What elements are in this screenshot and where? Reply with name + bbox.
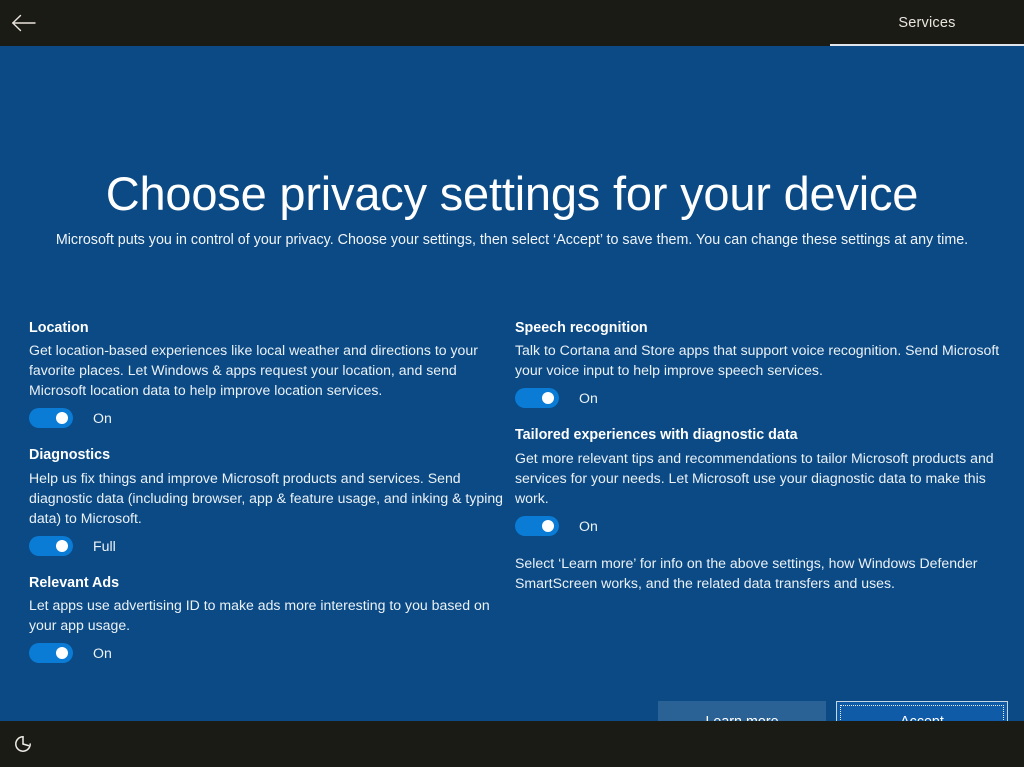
- setting-diagnostics-toggle[interactable]: Full: [29, 536, 116, 556]
- toggle-switch-diagnostics[interactable]: [29, 536, 73, 556]
- setting-relevant-ads-description: Let apps use advertising ID to make ads …: [29, 595, 515, 635]
- privacy-settings-screen: Services Choose privacy settings for you…: [0, 0, 1024, 767]
- settings-learn-more-note: Select ‘Learn more’ for info on the abov…: [515, 553, 1001, 593]
- page-subtitle: Microsoft puts you in control of your pr…: [50, 230, 974, 252]
- settings-column-right: Speech recognition Talk to Cortana and S…: [515, 318, 1001, 680]
- setting-tailored-experiences-description: Get more relevant tips and recommendatio…: [515, 448, 1001, 508]
- setting-location-title: Location: [29, 318, 515, 339]
- setting-tailored-experiences: Tailored experiences with diagnostic dat…: [515, 425, 1001, 535]
- setting-location-toggle[interactable]: On: [29, 408, 112, 428]
- main-content: Choose privacy settings for your device …: [0, 46, 1024, 721]
- setting-tailored-experiences-toggle[interactable]: On: [515, 516, 598, 536]
- settings-columns: Location Get location-based experiences …: [0, 318, 1024, 680]
- setting-relevant-ads-toggle-label: On: [93, 646, 112, 660]
- tab-services[interactable]: Services: [830, 0, 1024, 46]
- setting-location: Location Get location-based experiences …: [29, 318, 515, 428]
- ease-of-access-button[interactable]: [0, 721, 46, 767]
- toggle-switch-speech-recognition[interactable]: [515, 388, 559, 408]
- setting-diagnostics-description: Help us fix things and improve Microsoft…: [29, 468, 515, 528]
- setting-diagnostics-title: Diagnostics: [29, 445, 515, 466]
- toggle-knob: [56, 412, 68, 424]
- back-button[interactable]: [0, 0, 48, 46]
- tab-services-label: Services: [898, 15, 955, 31]
- setting-speech-recognition: Speech recognition Talk to Cortana and S…: [515, 318, 1001, 408]
- setting-speech-recognition-description: Talk to Cortana and Store apps that supp…: [515, 340, 1001, 380]
- setting-relevant-ads: Relevant Ads Let apps use advertising ID…: [29, 573, 515, 663]
- settings-column-left: Location Get location-based experiences …: [29, 318, 515, 680]
- setting-tailored-experiences-toggle-label: On: [579, 519, 598, 533]
- setting-speech-recognition-title: Speech recognition: [515, 318, 1001, 339]
- page-title: Choose privacy settings for your device: [0, 166, 1024, 221]
- toggle-knob: [56, 540, 68, 552]
- title-bar: Services: [0, 0, 1024, 46]
- setting-tailored-experiences-title: Tailored experiences with diagnostic dat…: [515, 425, 1001, 446]
- setting-relevant-ads-title: Relevant Ads: [29, 573, 515, 594]
- setting-diagnostics: Diagnostics Help us fix things and impro…: [29, 445, 515, 555]
- toggle-switch-location[interactable]: [29, 408, 73, 428]
- ease-of-access-icon: [12, 733, 34, 755]
- toggle-switch-tailored-experiences[interactable]: [515, 516, 559, 536]
- toggle-knob: [56, 647, 68, 659]
- bottom-bar: [0, 721, 1024, 767]
- setting-relevant-ads-toggle[interactable]: On: [29, 643, 112, 663]
- setting-speech-recognition-toggle-label: On: [579, 391, 598, 405]
- toggle-knob: [542, 520, 554, 532]
- setting-location-toggle-label: On: [93, 411, 112, 425]
- setting-diagnostics-toggle-label: Full: [93, 539, 116, 553]
- toggle-knob: [542, 392, 554, 404]
- setting-speech-recognition-toggle[interactable]: On: [515, 388, 598, 408]
- setting-location-description: Get location-based experiences like loca…: [29, 340, 515, 400]
- back-arrow-icon: [11, 14, 37, 32]
- toggle-switch-relevant-ads[interactable]: [29, 643, 73, 663]
